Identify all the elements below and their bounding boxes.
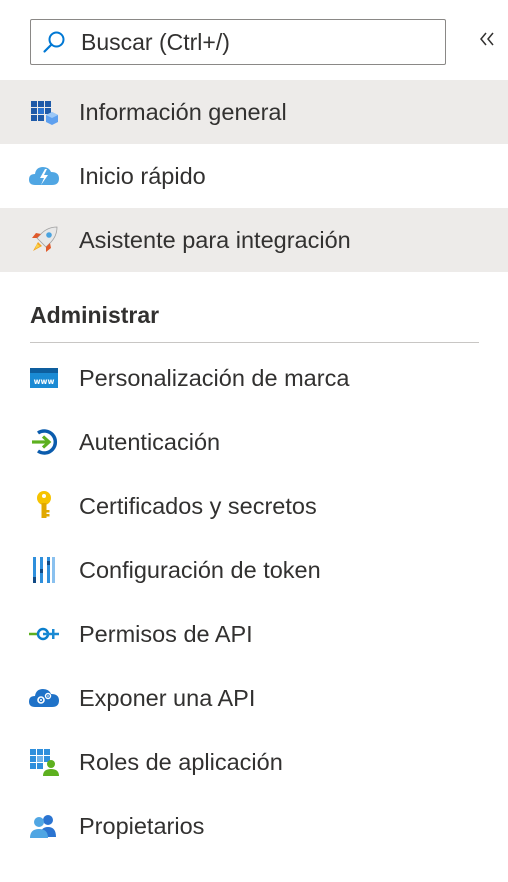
api-connector-icon bbox=[28, 618, 60, 650]
nav-item-label: Inicio rápido bbox=[79, 162, 206, 189]
nav-item-label: Permisos de API bbox=[79, 620, 253, 647]
nav-item-expose-api[interactable]: Exponer una API bbox=[0, 666, 508, 730]
rocket-icon bbox=[28, 224, 60, 256]
nav-item-label: Autenticación bbox=[79, 428, 221, 455]
section-divider bbox=[30, 342, 479, 343]
cloud-lightning-icon bbox=[28, 160, 60, 192]
nav-item-token-configuration[interactable]: Configuración de token bbox=[0, 538, 508, 602]
nav-item-label: Asistente para integración bbox=[79, 226, 351, 253]
nav-item-label: Certificados y secretos bbox=[79, 492, 317, 519]
nav-item-app-roles[interactable]: Roles de aplicación bbox=[0, 730, 508, 794]
cloud-gear-icon bbox=[28, 682, 60, 714]
search-input[interactable] bbox=[79, 27, 445, 57]
nav-item-certificates[interactable]: Certificados y secretos bbox=[0, 474, 508, 538]
nav-item-branding[interactable]: www Personalización de marca bbox=[0, 346, 508, 410]
svg-text:www: www bbox=[34, 377, 55, 386]
nav-item-label: Configuración de token bbox=[79, 556, 321, 583]
nav-item-overview[interactable]: Información general bbox=[0, 80, 508, 144]
nav-item-label: Información general bbox=[79, 98, 287, 125]
nav-item-integration-assistant[interactable]: Asistente para integración bbox=[0, 208, 508, 272]
users-icon bbox=[28, 810, 60, 842]
double-chevron-left-icon bbox=[478, 30, 496, 53]
sign-in-arrow-icon bbox=[28, 426, 60, 458]
nav-item-quickstart[interactable]: Inicio rápido bbox=[0, 144, 508, 208]
search-icon bbox=[41, 29, 67, 55]
key-icon bbox=[28, 490, 60, 522]
section-title: Administrar bbox=[30, 302, 160, 328]
token-bars-icon bbox=[28, 554, 60, 586]
sidebar-header bbox=[0, 0, 508, 80]
nav-item-label: Roles de aplicación bbox=[79, 748, 283, 775]
manage-list: www Personalización de marca Autenticaci… bbox=[0, 346, 508, 858]
nav-item-label: Exponer una API bbox=[79, 684, 256, 711]
grid-user-icon bbox=[28, 746, 60, 778]
www-window-icon: www bbox=[28, 362, 60, 394]
nav-list: Información general Inicio rápido Asiste… bbox=[0, 80, 508, 272]
nav-item-owners[interactable]: Propietarios bbox=[0, 794, 508, 858]
nav-item-authentication[interactable]: Autenticación bbox=[0, 410, 508, 474]
nav-item-label: Personalización de marca bbox=[79, 364, 350, 391]
collapse-sidebar-button[interactable] bbox=[474, 28, 500, 54]
nav-item-api-permissions[interactable]: Permisos de API bbox=[0, 602, 508, 666]
search-box[interactable] bbox=[30, 19, 446, 65]
grid-overview-icon bbox=[28, 96, 60, 128]
nav-item-label: Propietarios bbox=[79, 812, 205, 839]
